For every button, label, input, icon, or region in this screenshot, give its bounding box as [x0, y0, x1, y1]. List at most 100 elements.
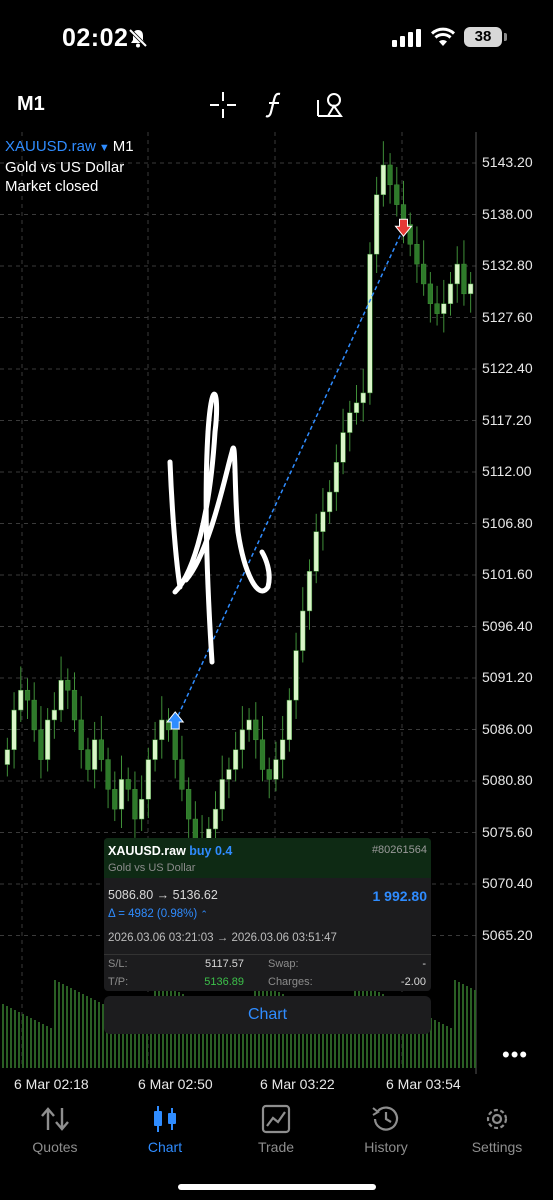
candle-body — [192, 818, 198, 840]
swap-label: Swap: — [268, 958, 299, 970]
delta-value: Δ = 4982 (0.98%) — [108, 908, 198, 920]
candle-body — [112, 789, 118, 810]
volume-bar — [434, 1020, 436, 1068]
sl-value: 5117.57 — [205, 958, 244, 970]
candle-body — [414, 244, 420, 265]
candle-body — [320, 511, 326, 532]
indicators-function-icon[interactable] — [263, 90, 287, 120]
battery-indicator: 38 — [464, 27, 502, 47]
nav-label: History — [364, 1139, 408, 1155]
volume-bar — [22, 1014, 24, 1068]
charges-label: Charges: — [268, 976, 313, 988]
candle-body — [219, 779, 225, 810]
price-axis-label: 5143.20 — [482, 154, 533, 170]
tp-value: 5136.89 — [204, 976, 244, 988]
position-times: 2026.03.06 03:21:03 → 2026.03.06 03:51:4… — [108, 932, 337, 944]
chevron-up-icon[interactable]: ⌃ — [200, 909, 208, 919]
volume-bar — [66, 986, 68, 1068]
price-axis-label: 5117.20 — [482, 411, 532, 428]
candle-body — [226, 769, 232, 780]
arrow-right-icon: → — [156, 888, 170, 902]
candle-body — [78, 719, 84, 750]
volume-bar — [6, 1006, 8, 1068]
market-status: Market closed — [5, 178, 99, 195]
objects-shapes-icon[interactable] — [316, 90, 346, 120]
volume-bar — [82, 994, 84, 1068]
position-symbol: XAUUSD.raw — [108, 844, 186, 858]
volume-bar — [94, 1000, 96, 1068]
position-card-header: XAUUSD.raw buy 0.4 Gold vs US Dollar #80… — [104, 838, 431, 878]
swap-value: - — [422, 958, 426, 970]
volume-bar — [58, 982, 60, 1068]
candle-body — [468, 283, 474, 295]
home-indicator — [178, 1184, 376, 1190]
candle-body — [367, 253, 373, 394]
price-axis-label: 5132.80 — [482, 257, 533, 273]
volume-bar — [250, 1028, 252, 1068]
position-card[interactable]: XAUUSD.raw buy 0.4 Gold vs US Dollar #80… — [104, 838, 431, 991]
caret-down-icon[interactable]: ▼ — [99, 142, 110, 154]
price-axis-label: 5138.00 — [482, 205, 533, 222]
price-axis-label: 5101.60 — [482, 566, 533, 582]
position-profit: 1 992.80 — [372, 888, 428, 904]
divider — [104, 954, 431, 955]
volume-bar — [14, 1010, 16, 1068]
status-bar: 02:02 38 — [0, 0, 553, 75]
price-axis-label: 5127.60 — [482, 308, 533, 325]
candle-body — [132, 789, 138, 820]
price-axis-label: 5075.60 — [482, 823, 533, 840]
volume-bar — [470, 988, 472, 1068]
candle-body — [461, 263, 467, 295]
candle-body — [125, 779, 131, 790]
candle-body — [92, 739, 98, 770]
volume-bar — [74, 990, 76, 1068]
price-axis-label: 5070.40 — [482, 875, 533, 891]
candle-body — [233, 749, 239, 770]
candle-body — [306, 571, 313, 612]
candle-body — [286, 699, 292, 741]
sl-label: S/L: — [108, 958, 128, 970]
volume-bar — [462, 984, 464, 1068]
price-axis-label: 5080.80 — [482, 772, 533, 788]
symbol-info: XAUUSD.raw ▼ M1 Gold vs US Dollar Market c… — [5, 137, 134, 196]
close-price: 5136.62 — [172, 888, 218, 902]
volume-bar — [38, 1022, 40, 1068]
candle-body — [340, 432, 346, 463]
candle-body — [159, 719, 165, 741]
candle-body — [152, 739, 158, 760]
symbol-name[interactable]: XAUUSD.raw — [5, 138, 96, 155]
quotes-arrows-icon — [41, 1107, 69, 1131]
chart-button[interactable]: Chart — [104, 996, 431, 1034]
candle-body — [454, 263, 460, 285]
candle-body — [273, 759, 279, 780]
position-delta[interactable]: Δ = 4982 (0.98%) ⌃ — [108, 908, 208, 920]
volume-bar — [10, 1008, 12, 1068]
position-symbol-line: XAUUSD.raw buy 0.4 — [108, 844, 232, 858]
price-axis-label: 5096.40 — [482, 617, 533, 634]
open-time: 2026.03.06 03:21:03 — [108, 932, 214, 944]
volume-bar — [350, 1028, 352, 1068]
volume-bar — [438, 1022, 440, 1068]
volume-bar — [466, 986, 468, 1068]
candle-body — [327, 491, 333, 513]
volume-bar — [30, 1018, 32, 1068]
candle-body — [172, 729, 178, 760]
price-axis-label: 5086.00 — [482, 720, 533, 737]
volume-bar — [474, 990, 476, 1068]
symbol-description: Gold vs US Dollar — [5, 159, 125, 176]
timeframe-button[interactable]: M1 — [17, 93, 45, 116]
crosshair-icon[interactable] — [208, 90, 238, 120]
volume-bar — [150, 1028, 152, 1068]
candle-body — [434, 303, 440, 314]
candle-body — [239, 729, 245, 750]
more-options-icon[interactable]: ••• — [502, 1042, 528, 1068]
candle-body — [333, 462, 339, 493]
volume-bar — [70, 988, 72, 1068]
candle-body — [105, 759, 111, 790]
volume-bar — [450, 1028, 452, 1068]
trade-graph-icon — [261, 1104, 291, 1134]
status-time: 02:02 — [62, 24, 129, 52]
volume-bar — [42, 1024, 44, 1068]
time-axis-label: 6 Mar 03:22 — [260, 1076, 335, 1092]
open-price: 5086.80 — [108, 888, 154, 902]
